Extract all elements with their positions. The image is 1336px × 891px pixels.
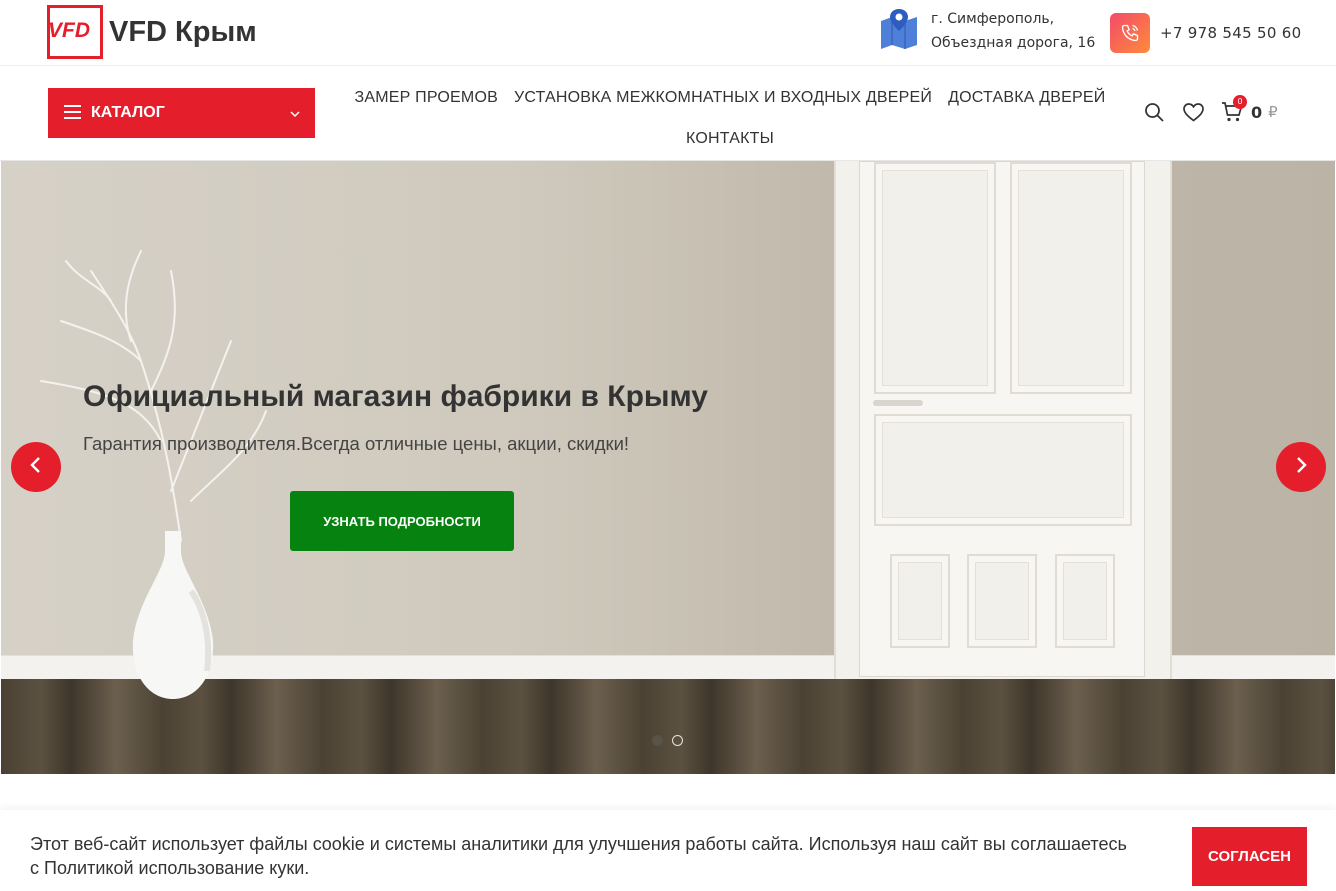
store-address: г. Симферополь, Объездная дорога, 16: [879, 7, 1095, 55]
menu-item-installation[interactable]: УСТАНОВКА МЕЖКОМНАТНЫХ И ВХОДНЫХ ДВЕРЕЙ: [514, 78, 932, 118]
arrow-right-icon: [1293, 456, 1309, 478]
door-panel: [1055, 554, 1115, 648]
door-panel: [874, 414, 1132, 526]
slider-prev-button[interactable]: [11, 442, 61, 492]
slider-pagination: [652, 735, 692, 746]
catalog-label: КАТАЛОГ: [91, 104, 165, 121]
header-tools: 0 0 ₽: [1143, 95, 1278, 123]
logo-text: VFD Крым: [109, 15, 257, 48]
logo-mark-text: VFD: [48, 19, 90, 42]
door-panel: [890, 554, 950, 648]
menu-item-contacts[interactable]: КОНТАКТЫ: [686, 119, 774, 159]
hero-slider: Официальный магазин фабрики в Крыму Гара…: [1, 161, 1335, 774]
slider-dot-2[interactable]: [672, 735, 683, 746]
hero-subtitle: Гарантия производителя.Всегда отличные ц…: [83, 433, 630, 454]
menu-item-measurement[interactable]: ЗАМЕР ПРОЕМОВ: [355, 78, 498, 118]
site-logo[interactable]: VFD VFD Крым: [47, 5, 257, 59]
chevron-down-icon: [289, 105, 301, 124]
hero-vase-image: [132, 531, 214, 699]
cookie-banner: Этот веб-сайт использует файлы cookie и …: [0, 810, 1336, 891]
hero-door-image: [859, 161, 1145, 677]
search-icon[interactable]: [1143, 101, 1165, 123]
phone-link[interactable]: +7 978 545 50 60: [1110, 13, 1301, 53]
cart-count-badge: 0: [1233, 95, 1247, 109]
top-header: VFD VFD Крым г. Симферополь, Объездная д…: [0, 0, 1336, 66]
address-city: г. Симферополь,: [931, 11, 1055, 27]
door-panel: [874, 162, 996, 394]
hamburger-icon: [64, 104, 81, 123]
slider-next-button[interactable]: [1276, 442, 1326, 492]
phone-icon: [1110, 13, 1150, 53]
cookie-message: Этот веб-сайт использует файлы cookie и …: [30, 834, 1127, 878]
cart-currency: ₽: [1268, 103, 1278, 121]
map-pin-icon: [879, 9, 919, 53]
heart-icon[interactable]: [1182, 101, 1204, 123]
phone-number: +7 978 545 50 60: [1160, 24, 1302, 42]
top-menu: ЗАМЕР ПРОЕМОВ УСТАНОВКА МЕЖКОМНАТНЫХ И ВХ…: [335, 77, 1125, 159]
door-panel: [1010, 162, 1132, 394]
cart-total[interactable]: 0: [1251, 103, 1262, 122]
cookie-accept-button[interactable]: СОГЛАСЕН: [1192, 827, 1307, 886]
door-handle: [873, 400, 923, 406]
menu-item-delivery[interactable]: ДОСТАВКА ДВЕРЕЙ: [948, 78, 1105, 118]
arrow-left-icon: [28, 456, 44, 478]
catalog-button[interactable]: КАТАЛОГ: [48, 88, 315, 138]
door-panel: [967, 554, 1037, 648]
main-navigation: КАТАЛОГ ЗАМЕР ПРОЕМОВ УСТАНОВКА МЕЖКОМНАТ…: [0, 67, 1336, 161]
address-street: Объездная дорога, 16: [931, 35, 1096, 51]
slider-dot-1[interactable]: [652, 735, 663, 746]
logo-mark: VFD: [47, 5, 103, 59]
cart-icon[interactable]: 0: [1221, 95, 1247, 123]
hero-title: Официальный магазин фабрики в Крыму: [83, 380, 708, 413]
learn-more-button[interactable]: УЗНАТЬ ПОДРОБНОСТИ: [290, 491, 514, 551]
